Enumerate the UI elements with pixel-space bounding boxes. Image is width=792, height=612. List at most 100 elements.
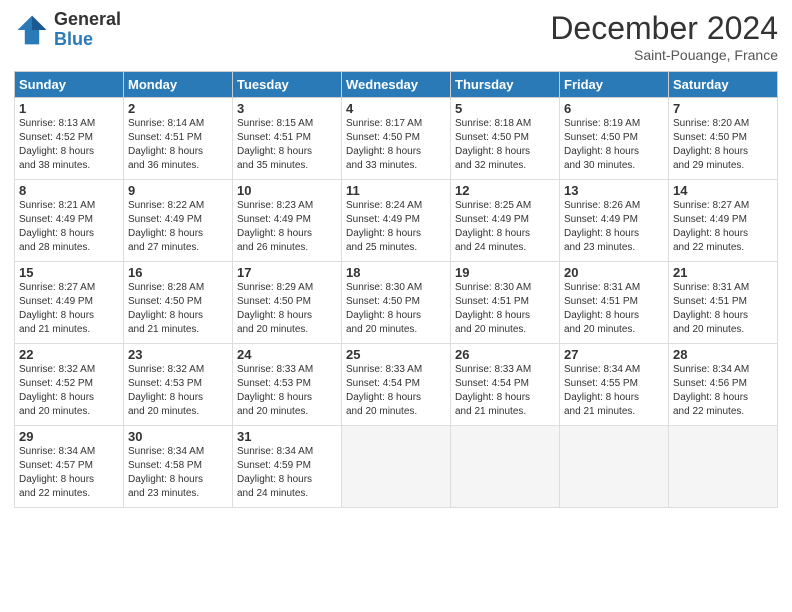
calendar-day-cell: 9Sunrise: 8:22 AM Sunset: 4:49 PM Daylig… bbox=[124, 180, 233, 262]
calendar-day-cell bbox=[669, 426, 778, 508]
logo-icon bbox=[14, 12, 50, 48]
day-number: 31 bbox=[237, 429, 337, 444]
day-info: Sunrise: 8:15 AM Sunset: 4:51 PM Dayligh… bbox=[237, 117, 337, 173]
day-info: Sunrise: 8:13 AM Sunset: 4:52 PM Dayligh… bbox=[19, 117, 119, 173]
day-number: 8 bbox=[19, 183, 119, 198]
day-number: 25 bbox=[346, 347, 446, 362]
calendar-day-cell: 12Sunrise: 8:25 AM Sunset: 4:49 PM Dayli… bbox=[451, 180, 560, 262]
day-info: Sunrise: 8:26 AM Sunset: 4:49 PM Dayligh… bbox=[564, 199, 664, 255]
calendar-day-cell: 26Sunrise: 8:33 AM Sunset: 4:54 PM Dayli… bbox=[451, 344, 560, 426]
calendar-day-cell: 7Sunrise: 8:20 AM Sunset: 4:50 PM Daylig… bbox=[669, 98, 778, 180]
day-info: Sunrise: 8:27 AM Sunset: 4:49 PM Dayligh… bbox=[19, 281, 119, 337]
day-number: 30 bbox=[128, 429, 228, 444]
calendar-day-cell: 20Sunrise: 8:31 AM Sunset: 4:51 PM Dayli… bbox=[560, 262, 669, 344]
calendar-day-cell: 31Sunrise: 8:34 AM Sunset: 4:59 PM Dayli… bbox=[233, 426, 342, 508]
location: Saint-Pouange, France bbox=[550, 47, 778, 63]
day-number: 6 bbox=[564, 101, 664, 116]
day-number: 15 bbox=[19, 265, 119, 280]
day-number: 23 bbox=[128, 347, 228, 362]
day-info: Sunrise: 8:33 AM Sunset: 4:53 PM Dayligh… bbox=[237, 363, 337, 419]
calendar-day-cell: 27Sunrise: 8:34 AM Sunset: 4:55 PM Dayli… bbox=[560, 344, 669, 426]
day-info: Sunrise: 8:33 AM Sunset: 4:54 PM Dayligh… bbox=[346, 363, 446, 419]
calendar-day-cell: 17Sunrise: 8:29 AM Sunset: 4:50 PM Dayli… bbox=[233, 262, 342, 344]
calendar-day-cell: 14Sunrise: 8:27 AM Sunset: 4:49 PM Dayli… bbox=[669, 180, 778, 262]
calendar-day-cell: 25Sunrise: 8:33 AM Sunset: 4:54 PM Dayli… bbox=[342, 344, 451, 426]
calendar-day-cell: 30Sunrise: 8:34 AM Sunset: 4:58 PM Dayli… bbox=[124, 426, 233, 508]
day-info: Sunrise: 8:19 AM Sunset: 4:50 PM Dayligh… bbox=[564, 117, 664, 173]
day-info: Sunrise: 8:34 AM Sunset: 4:57 PM Dayligh… bbox=[19, 445, 119, 501]
day-number: 5 bbox=[455, 101, 555, 116]
day-number: 2 bbox=[128, 101, 228, 116]
calendar-day-cell: 24Sunrise: 8:33 AM Sunset: 4:53 PM Dayli… bbox=[233, 344, 342, 426]
calendar-week-row: 29Sunrise: 8:34 AM Sunset: 4:57 PM Dayli… bbox=[15, 426, 778, 508]
day-info: Sunrise: 8:17 AM Sunset: 4:50 PM Dayligh… bbox=[346, 117, 446, 173]
calendar-day-cell bbox=[560, 426, 669, 508]
day-info: Sunrise: 8:34 AM Sunset: 4:59 PM Dayligh… bbox=[237, 445, 337, 501]
calendar-day-cell: 28Sunrise: 8:34 AM Sunset: 4:56 PM Dayli… bbox=[669, 344, 778, 426]
calendar-header-row: SundayMondayTuesdayWednesdayThursdayFrid… bbox=[15, 72, 778, 98]
calendar-day-cell: 6Sunrise: 8:19 AM Sunset: 4:50 PM Daylig… bbox=[560, 98, 669, 180]
calendar-day-cell: 5Sunrise: 8:18 AM Sunset: 4:50 PM Daylig… bbox=[451, 98, 560, 180]
calendar-week-row: 15Sunrise: 8:27 AM Sunset: 4:49 PM Dayli… bbox=[15, 262, 778, 344]
calendar-day-cell: 23Sunrise: 8:32 AM Sunset: 4:53 PM Dayli… bbox=[124, 344, 233, 426]
calendar-week-row: 1Sunrise: 8:13 AM Sunset: 4:52 PM Daylig… bbox=[15, 98, 778, 180]
calendar-day-cell: 10Sunrise: 8:23 AM Sunset: 4:49 PM Dayli… bbox=[233, 180, 342, 262]
day-of-week-header: Tuesday bbox=[233, 72, 342, 98]
title-block: December 2024 Saint-Pouange, France bbox=[550, 10, 778, 63]
day-of-week-header: Friday bbox=[560, 72, 669, 98]
day-of-week-header: Sunday bbox=[15, 72, 124, 98]
day-number: 29 bbox=[19, 429, 119, 444]
day-info: Sunrise: 8:28 AM Sunset: 4:50 PM Dayligh… bbox=[128, 281, 228, 337]
logo-general: General bbox=[54, 10, 121, 30]
day-info: Sunrise: 8:32 AM Sunset: 4:52 PM Dayligh… bbox=[19, 363, 119, 419]
day-number: 9 bbox=[128, 183, 228, 198]
day-info: Sunrise: 8:14 AM Sunset: 4:51 PM Dayligh… bbox=[128, 117, 228, 173]
page-header: General Blue December 2024 Saint-Pouange… bbox=[14, 10, 778, 63]
day-of-week-header: Thursday bbox=[451, 72, 560, 98]
day-number: 1 bbox=[19, 101, 119, 116]
day-number: 22 bbox=[19, 347, 119, 362]
calendar-day-cell: 16Sunrise: 8:28 AM Sunset: 4:50 PM Dayli… bbox=[124, 262, 233, 344]
calendar-day-cell: 15Sunrise: 8:27 AM Sunset: 4:49 PM Dayli… bbox=[15, 262, 124, 344]
logo: General Blue bbox=[14, 10, 121, 50]
day-info: Sunrise: 8:22 AM Sunset: 4:49 PM Dayligh… bbox=[128, 199, 228, 255]
day-number: 26 bbox=[455, 347, 555, 362]
calendar-day-cell: 13Sunrise: 8:26 AM Sunset: 4:49 PM Dayli… bbox=[560, 180, 669, 262]
day-info: Sunrise: 8:34 AM Sunset: 4:55 PM Dayligh… bbox=[564, 363, 664, 419]
calendar-day-cell: 29Sunrise: 8:34 AM Sunset: 4:57 PM Dayli… bbox=[15, 426, 124, 508]
page-container: General Blue December 2024 Saint-Pouange… bbox=[0, 0, 792, 518]
day-number: 14 bbox=[673, 183, 773, 198]
day-number: 10 bbox=[237, 183, 337, 198]
calendar-day-cell: 1Sunrise: 8:13 AM Sunset: 4:52 PM Daylig… bbox=[15, 98, 124, 180]
day-number: 20 bbox=[564, 265, 664, 280]
calendar-day-cell: 4Sunrise: 8:17 AM Sunset: 4:50 PM Daylig… bbox=[342, 98, 451, 180]
day-number: 19 bbox=[455, 265, 555, 280]
day-number: 4 bbox=[346, 101, 446, 116]
calendar-day-cell: 2Sunrise: 8:14 AM Sunset: 4:51 PM Daylig… bbox=[124, 98, 233, 180]
calendar-day-cell: 22Sunrise: 8:32 AM Sunset: 4:52 PM Dayli… bbox=[15, 344, 124, 426]
calendar-day-cell: 11Sunrise: 8:24 AM Sunset: 4:49 PM Dayli… bbox=[342, 180, 451, 262]
calendar-day-cell bbox=[342, 426, 451, 508]
day-info: Sunrise: 8:30 AM Sunset: 4:50 PM Dayligh… bbox=[346, 281, 446, 337]
day-info: Sunrise: 8:31 AM Sunset: 4:51 PM Dayligh… bbox=[564, 281, 664, 337]
day-info: Sunrise: 8:34 AM Sunset: 4:56 PM Dayligh… bbox=[673, 363, 773, 419]
day-of-week-header: Wednesday bbox=[342, 72, 451, 98]
month-title: December 2024 bbox=[550, 10, 778, 47]
day-info: Sunrise: 8:33 AM Sunset: 4:54 PM Dayligh… bbox=[455, 363, 555, 419]
day-number: 3 bbox=[237, 101, 337, 116]
day-number: 12 bbox=[455, 183, 555, 198]
day-number: 18 bbox=[346, 265, 446, 280]
day-info: Sunrise: 8:23 AM Sunset: 4:49 PM Dayligh… bbox=[237, 199, 337, 255]
day-info: Sunrise: 8:25 AM Sunset: 4:49 PM Dayligh… bbox=[455, 199, 555, 255]
day-number: 11 bbox=[346, 183, 446, 198]
calendar-day-cell: 8Sunrise: 8:21 AM Sunset: 4:49 PM Daylig… bbox=[15, 180, 124, 262]
day-number: 7 bbox=[673, 101, 773, 116]
day-number: 13 bbox=[564, 183, 664, 198]
day-info: Sunrise: 8:20 AM Sunset: 4:50 PM Dayligh… bbox=[673, 117, 773, 173]
calendar-day-cell: 18Sunrise: 8:30 AM Sunset: 4:50 PM Dayli… bbox=[342, 262, 451, 344]
calendar-table: SundayMondayTuesdayWednesdayThursdayFrid… bbox=[14, 71, 778, 508]
day-info: Sunrise: 8:29 AM Sunset: 4:50 PM Dayligh… bbox=[237, 281, 337, 337]
day-number: 24 bbox=[237, 347, 337, 362]
calendar-day-cell: 21Sunrise: 8:31 AM Sunset: 4:51 PM Dayli… bbox=[669, 262, 778, 344]
day-info: Sunrise: 8:24 AM Sunset: 4:49 PM Dayligh… bbox=[346, 199, 446, 255]
